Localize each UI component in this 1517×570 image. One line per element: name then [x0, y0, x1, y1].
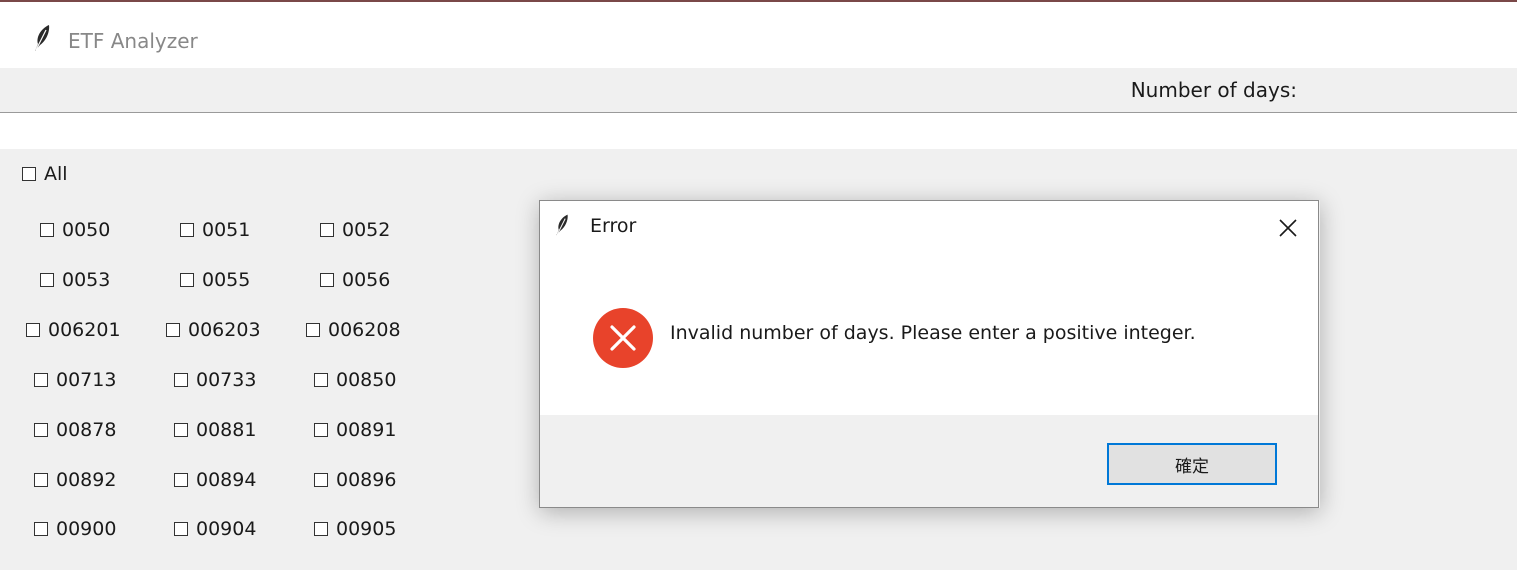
checkbox-etf[interactable]: 0055	[180, 267, 250, 293]
checkbox-box[interactable]	[166, 323, 180, 337]
checkbox-etf[interactable]: 00894	[174, 467, 256, 493]
checkbox-label: 0056	[342, 269, 391, 291]
error-message: Invalid number of days. Please enter a p…	[670, 322, 1196, 344]
checkbox-etf[interactable]: 0052	[320, 217, 390, 243]
checkbox-label: 0050	[62, 219, 111, 241]
options-toolbar: Number of days:	[0, 68, 1517, 113]
checkbox-box[interactable]	[40, 223, 54, 237]
checkbox-label: 00894	[196, 469, 257, 491]
checkbox-box[interactable]	[180, 223, 194, 237]
checkbox-etf[interactable]: 00881	[174, 417, 256, 443]
checkbox-box[interactable]	[174, 522, 188, 536]
error-dialog: Error Invalid number of days. Please ent…	[539, 200, 1319, 508]
app-titlebar: ETF Analyzer	[0, 2, 1517, 68]
checkbox-box[interactable]	[314, 473, 328, 487]
checkbox-box[interactable]	[34, 473, 48, 487]
checkbox-label: 00713	[56, 369, 117, 391]
checkbox-box[interactable]	[174, 423, 188, 437]
checkbox-etf[interactable]: 00904	[174, 516, 256, 542]
checkbox-etf[interactable]: 0051	[180, 217, 250, 243]
days-label: Number of days:	[1130, 78, 1297, 102]
checkbox-label: 00905	[336, 518, 397, 540]
app-title: ETF Analyzer	[68, 29, 198, 53]
checkbox-etf[interactable]: 00892	[34, 467, 116, 493]
checkbox-label: 0055	[202, 269, 251, 291]
checkbox-etf[interactable]: 00905	[314, 516, 396, 542]
checkbox-etf[interactable]: 00900	[34, 516, 116, 542]
spacer	[0, 113, 1517, 149]
checkbox-box[interactable]	[180, 273, 194, 287]
checkbox-etf[interactable]: 00850	[314, 367, 396, 393]
dialog-title: Error	[590, 215, 637, 237]
checkbox-label: 00892	[56, 469, 117, 491]
checkbox-box[interactable]	[34, 373, 48, 387]
error-icon	[593, 308, 653, 368]
checkbox-etf[interactable]: 00733	[174, 367, 256, 393]
checkbox-box[interactable]	[306, 323, 320, 337]
checkbox-box[interactable]	[26, 323, 40, 337]
checkbox-label: 0051	[202, 219, 251, 241]
checkbox-label: 006203	[188, 319, 261, 341]
checkbox-label: 00878	[56, 419, 117, 441]
ok-button[interactable]: 確定	[1107, 443, 1277, 485]
checkbox-box[interactable]	[174, 373, 188, 387]
checkbox-etf[interactable]: 0053	[40, 267, 110, 293]
checkbox-etf[interactable]: 006203	[166, 317, 261, 343]
checkbox-etf[interactable]: 00891	[314, 417, 396, 443]
feather-icon	[35, 25, 50, 51]
checkbox-box[interactable]	[34, 423, 48, 437]
checkbox-box[interactable]	[22, 167, 36, 181]
checkbox-label: 006208	[328, 319, 401, 341]
checkbox-label: 00896	[336, 469, 397, 491]
checkbox-etf[interactable]: 00713	[34, 367, 116, 393]
checkbox-box[interactable]	[314, 423, 328, 437]
checkbox-box[interactable]	[40, 273, 54, 287]
feather-icon	[556, 214, 568, 236]
checkbox-label: 00904	[196, 518, 257, 540]
checkbox-label: 00900	[56, 518, 117, 540]
checkbox-etf[interactable]: 00878	[34, 417, 116, 443]
checkbox-etf[interactable]: 006208	[306, 317, 401, 343]
checkbox-box[interactable]	[174, 473, 188, 487]
checkbox-box[interactable]	[320, 223, 334, 237]
checkbox-label: 00891	[336, 419, 397, 441]
close-icon	[1279, 219, 1297, 237]
checkbox-label: 00881	[196, 419, 257, 441]
checkbox-etf[interactable]: 0050	[40, 217, 110, 243]
checkbox-label: All	[44, 163, 68, 185]
checkbox-label: 00850	[336, 369, 397, 391]
checkbox-box[interactable]	[314, 522, 328, 536]
checkbox-etf[interactable]: 0056	[320, 267, 390, 293]
close-button[interactable]	[1264, 207, 1312, 249]
checkbox-etf[interactable]: 006201	[26, 317, 121, 343]
checkbox-label: 00733	[196, 369, 257, 391]
checkbox-label: 006201	[48, 319, 121, 341]
checkbox-box[interactable]	[314, 373, 328, 387]
checkbox-box[interactable]	[320, 273, 334, 287]
checkbox-label: 0052	[342, 219, 391, 241]
checkbox-all[interactable]: All	[22, 161, 68, 187]
checkbox-label: 0053	[62, 269, 111, 291]
checkbox-etf[interactable]: 00896	[314, 467, 396, 493]
dialog-footer: 確定	[540, 415, 1318, 507]
checkbox-box[interactable]	[34, 522, 48, 536]
